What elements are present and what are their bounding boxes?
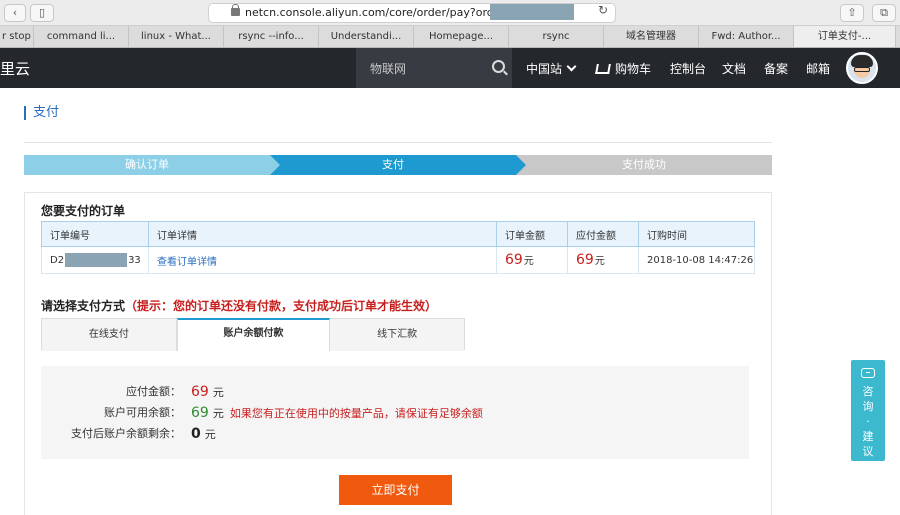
currency-unit: 元 [212, 407, 224, 420]
consult-char: 建 [862, 430, 874, 443]
order-amount: 69 [505, 252, 523, 268]
view-order-detail-link[interactable]: 查看订单详情 [157, 257, 217, 268]
share-icon[interactable]: ⇧ [840, 4, 864, 22]
mail-link[interactable]: 邮箱 [806, 60, 830, 77]
search-input[interactable]: 物联网 [356, 48, 512, 88]
step-confirm-order: 确认订单 [24, 155, 280, 175]
column-header: 订单编号 [41, 221, 149, 247]
currency-unit: 元 [523, 256, 534, 267]
divider [24, 142, 772, 143]
avatar[interactable] [846, 52, 878, 84]
currency-unit: 元 [204, 428, 216, 441]
consult-char: 议 [862, 445, 874, 458]
order-id-prefix: D2 [50, 255, 65, 266]
tab-balance-payment[interactable]: 账户余额付款 [176, 318, 331, 351]
currency-unit: 元 [212, 386, 224, 399]
back-icon[interactable]: ‹ [4, 4, 26, 22]
consult-char: · [866, 415, 870, 428]
search-placeholder: 物联网 [370, 62, 407, 76]
order-amount-cell: 69元 [496, 246, 568, 274]
tab-offline-transfer[interactable]: 线下汇款 [330, 319, 465, 351]
browser-tab[interactable]: Homepage... [414, 26, 509, 47]
search-icon[interactable] [492, 60, 505, 73]
consult-char: 询 [862, 400, 874, 413]
step-pay-success: 支付成功 [516, 155, 772, 175]
remaining-balance-label: 支付后账户余额剩余： [71, 427, 181, 440]
sidebar-toggle-icon[interactable]: ▯ [30, 4, 54, 22]
available-balance-label: 账户可用余额： [104, 406, 181, 419]
browser-tab[interactable]: r stop a [0, 26, 34, 47]
pay-now-button[interactable]: 立即支付 [339, 475, 452, 505]
pay-method-hint: （提示：您的订单还没有付款，支付成功后订单才能生效） [125, 299, 438, 313]
chat-icon [861, 368, 875, 378]
url-redaction [490, 4, 574, 20]
balance-summary: 应付金额： 69 元 账户可用余额： 69 元如果您有正在使用中的按量产品，请保证有… [41, 366, 749, 459]
consult-char: 咨 [862, 385, 874, 398]
payment-panel: 您要支付的订单 订单编号 订单详情 订单金额 应付金额 订购时间 D2 33 查看… [24, 192, 772, 515]
cart-label: 购物车 [615, 62, 652, 76]
table-header-row: 订单编号 订单详情 订单金额 应付金额 订购时间 [41, 221, 755, 247]
docs-link[interactable]: 文档 [722, 60, 746, 77]
balance-warning: 如果您有正在使用中的按量产品，请保证有足够余额 [229, 407, 483, 420]
order-table: 订单编号 订单详情 订单金额 应付金额 订购时间 D2 33 查看订单详情 69元… [41, 221, 755, 274]
logo[interactable]: 里云 [0, 58, 30, 79]
tabs-overview-icon[interactable]: ⧉ [872, 4, 896, 22]
payable-value: 69 [191, 384, 209, 400]
site-header: 里云 物联网 中国站 购物车 控制台 文档 备案 邮箱 [0, 48, 900, 88]
console-link[interactable]: 控制台 [670, 60, 706, 77]
filing-link[interactable]: 备案 [764, 60, 788, 77]
browser-toolbar: ‹ ▯ netcn.console.aliyun.com/core/order/… [0, 0, 900, 26]
step-pay: 支付 [270, 155, 526, 175]
payable-amount-cell: 69元 [567, 246, 639, 274]
remaining-balance-value: 0 [191, 426, 201, 442]
chevron-down-icon [566, 61, 577, 72]
consult-feedback-widget[interactable]: 咨 询 · 建 议 [851, 360, 885, 461]
order-time-cell: 2018-10-08 14:47:26 [638, 246, 755, 274]
table-row: D2 33 查看订单详情 69元 69元 2018-10-08 14:47:26 [41, 246, 755, 274]
order-detail-cell: 查看订单详情 [148, 246, 497, 274]
browser-tab[interactable]: Fwd: Author... [699, 26, 794, 47]
order-id-suffix: 33 [128, 255, 141, 266]
browser-tab[interactable]: linux - What... [129, 26, 224, 47]
column-header: 应付金额 [567, 221, 639, 247]
order-id-redaction [65, 253, 128, 267]
pay-method-tabs: 在线支付 账户余额付款 线下汇款 [41, 318, 465, 351]
region-selector[interactable]: 中国站 [526, 60, 577, 77]
reload-icon[interactable]: ↻ [598, 3, 612, 17]
browser-tab[interactable]: Understandi... [319, 26, 414, 47]
browser-tab[interactable]: 域名管理器 [604, 26, 699, 47]
browser-tab[interactable]: rsync --info... [224, 26, 319, 47]
available-balance-value: 69 [191, 405, 209, 421]
lock-icon [231, 4, 240, 16]
browser-tab[interactable]: command li... [34, 26, 129, 47]
region-label: 中国站 [526, 62, 563, 76]
currency-unit: 元 [594, 256, 605, 267]
page-title: 支付 [24, 106, 59, 120]
orders-heading: 您要支付的订单 [41, 204, 126, 218]
browser-tab[interactable]: rsync [509, 26, 604, 47]
order-id-cell: D2 33 [41, 246, 149, 274]
payable-label: 应付金额： [126, 385, 181, 398]
browser-tab-active[interactable]: 订单支付-... [794, 26, 896, 47]
tab-online-payment[interactable]: 在线支付 [42, 319, 177, 351]
column-header: 订单详情 [148, 221, 497, 247]
pay-method-label: 请选择支付方式 [41, 299, 126, 313]
column-header: 订购时间 [638, 221, 755, 247]
column-header: 订单金额 [496, 221, 568, 247]
progress-steps: 确认订单 支付 支付成功 [24, 155, 772, 175]
cart-icon [595, 64, 611, 74]
pay-method-heading: 请选择支付方式（提示：您的订单还没有付款，支付成功后订单才能生效） [41, 297, 437, 314]
tab-strip: r stop a command li... linux - What... r… [0, 26, 900, 48]
payable-amount: 69 [576, 252, 594, 268]
cart-link[interactable]: 购物车 [595, 60, 652, 77]
